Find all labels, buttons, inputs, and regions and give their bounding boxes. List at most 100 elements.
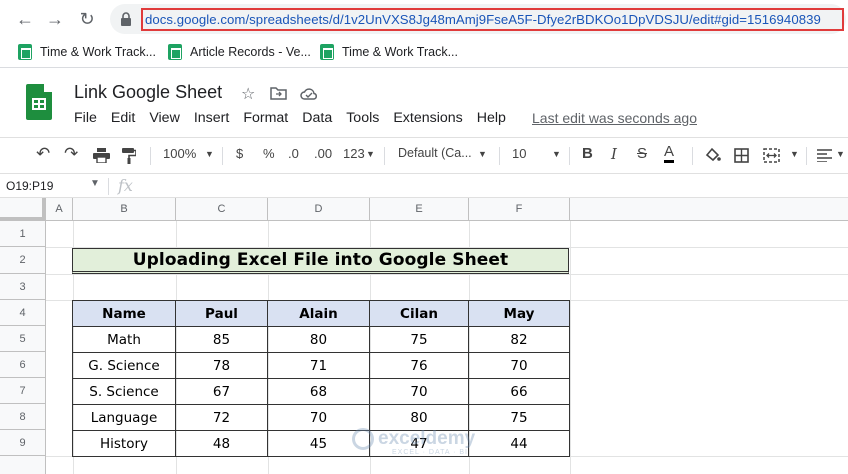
column-header-b[interactable]: B <box>73 198 176 221</box>
horizontal-align-icon[interactable] <box>817 149 832 162</box>
header-cell[interactable]: Alain <box>267 300 370 327</box>
row-header-5[interactable]: 5 <box>0 326 46 352</box>
row-header-8[interactable]: 8 <box>0 404 46 430</box>
fill-color-icon[interactable] <box>704 147 721 164</box>
chevron-down-icon[interactable]: ▼ <box>478 149 487 159</box>
table-cell[interactable]: 44 <box>468 430 570 457</box>
table-cell[interactable]: 76 <box>369 352 469 379</box>
url-text[interactable]: docs.google.com/spreadsheets/d/1v2UnVXS8… <box>141 8 844 31</box>
document-title[interactable]: Link Google Sheet <box>74 82 222 103</box>
table-cell[interactable]: History <box>72 430 176 457</box>
column-header-c[interactable]: C <box>176 198 268 221</box>
cloud-saved-icon[interactable] <box>300 87 318 100</box>
table-cell[interactable]: 85 <box>175 326 268 353</box>
menu-bar: File Edit View Insert Format Data Tools … <box>74 110 520 126</box>
header-cell[interactable]: Name <box>72 300 176 327</box>
row-header-1[interactable]: 1 <box>0 221 46 247</box>
menu-edit[interactable]: Edit <box>111 110 135 126</box>
strikethrough-button[interactable]: S <box>637 145 647 162</box>
bookmarks-bar: Time & Work Track... Article Records - V… <box>0 38 848 68</box>
print-icon[interactable] <box>93 148 110 163</box>
italic-button[interactable]: I <box>611 145 617 163</box>
table-cell[interactable]: G. Science <box>72 352 176 379</box>
bookmark-item[interactable]: Time & Work Track... <box>18 44 156 60</box>
bookmark-item[interactable]: Article Records - Ve... <box>168 44 311 60</box>
more-formats-button[interactable]: 123 <box>343 146 365 161</box>
name-box[interactable]: O19:P19 <box>6 179 53 193</box>
menu-help[interactable]: Help <box>477 110 506 126</box>
menu-tools[interactable]: Tools <box>346 110 379 126</box>
header-cell[interactable]: May <box>468 300 570 327</box>
borders-icon[interactable] <box>734 148 749 163</box>
table-cell[interactable]: Math <box>72 326 176 353</box>
back-arrow-icon[interactable]: ← <box>14 8 36 30</box>
table-cell[interactable]: 72 <box>175 404 268 431</box>
decrease-decimal-button[interactable]: .0 <box>288 146 299 161</box>
font-family-select[interactable]: Default (Ca... <box>398 146 472 160</box>
table-cell[interactable]: Language <box>72 404 176 431</box>
bookmark-item[interactable]: Time & Work Track... <box>320 44 458 60</box>
header-cell[interactable]: Cilan <box>369 300 469 327</box>
column-header-e[interactable]: E <box>370 198 469 221</box>
paint-format-icon[interactable] <box>122 148 136 164</box>
bold-button[interactable]: B <box>582 145 593 162</box>
table-cell[interactable]: 70 <box>468 352 570 379</box>
table-cell[interactable]: 82 <box>468 326 570 353</box>
reload-icon[interactable]: ↻ <box>76 8 98 30</box>
currency-format-button[interactable]: $ <box>236 146 243 161</box>
row-header-3[interactable]: 3 <box>0 274 46 300</box>
row-header-7[interactable]: 7 <box>0 378 46 404</box>
table-cell[interactable]: 67 <box>175 378 268 405</box>
text-color-button[interactable]: A <box>664 143 675 163</box>
merge-cells-icon[interactable] <box>763 148 780 163</box>
table-cell[interactable]: 68 <box>267 378 370 405</box>
star-icon[interactable]: ☆ <box>241 84 255 104</box>
chevron-down-icon[interactable]: ▼ <box>205 149 214 159</box>
google-sheets-logo-icon[interactable] <box>26 84 52 120</box>
chevron-down-icon[interactable]: ▼ <box>790 149 799 159</box>
percent-format-button[interactable]: % <box>263 146 275 161</box>
select-all-corner[interactable] <box>0 198 46 221</box>
chevron-down-icon[interactable]: ▼ <box>552 149 561 159</box>
table-cell[interactable]: 80 <box>267 326 370 353</box>
lock-icon[interactable] <box>118 11 134 27</box>
row-header-10[interactable] <box>0 456 46 474</box>
chevron-down-icon[interactable]: ▼ <box>90 178 100 189</box>
menu-file[interactable]: File <box>74 110 97 126</box>
menu-insert[interactable]: Insert <box>194 110 229 126</box>
row-header-2[interactable]: 2 <box>0 247 46 274</box>
row-header-9[interactable]: 9 <box>0 430 46 456</box>
toolbar-divider <box>499 147 500 165</box>
menu-view[interactable]: View <box>149 110 180 126</box>
move-folder-icon[interactable] <box>270 86 287 100</box>
zoom-select[interactable]: 100% <box>163 146 196 161</box>
menu-extensions[interactable]: Extensions <box>393 110 462 126</box>
increase-decimal-button[interactable]: .00 <box>314 146 332 161</box>
row-header-6[interactable]: 6 <box>0 352 46 378</box>
row-header-4[interactable]: 4 <box>0 300 46 326</box>
table-cell[interactable]: 48 <box>175 430 268 457</box>
redo-icon[interactable]: ↷ <box>64 144 78 164</box>
sheet-title-cell[interactable]: Uploading Excel File into Google Sheet <box>72 248 569 274</box>
table-cell[interactable]: 75 <box>369 326 469 353</box>
column-header-f[interactable]: F <box>469 198 570 221</box>
menu-format[interactable]: Format <box>243 110 288 126</box>
menu-data[interactable]: Data <box>302 110 332 126</box>
font-size-select[interactable]: 10 <box>512 146 526 161</box>
header-cell[interactable]: Paul <box>175 300 268 327</box>
table-cell[interactable]: 75 <box>468 404 570 431</box>
last-edit-link[interactable]: Last edit was seconds ago <box>532 110 697 126</box>
table-cell[interactable]: 66 <box>468 378 570 405</box>
column-header-d[interactable]: D <box>268 198 370 221</box>
table-cell[interactable]: 80 <box>369 404 469 431</box>
table-cell[interactable]: 70 <box>369 378 469 405</box>
chevron-down-icon[interactable]: ▼ <box>366 149 375 159</box>
forward-arrow-icon[interactable]: → <box>44 8 66 30</box>
table-cell[interactable]: 70 <box>267 404 370 431</box>
table-cell[interactable]: 71 <box>267 352 370 379</box>
chevron-down-icon[interactable]: ▼ <box>836 149 845 159</box>
table-cell[interactable]: S. Science <box>72 378 176 405</box>
undo-icon[interactable]: ↶ <box>36 144 50 164</box>
table-cell[interactable]: 78 <box>175 352 268 379</box>
column-header-a[interactable]: A <box>46 198 73 221</box>
